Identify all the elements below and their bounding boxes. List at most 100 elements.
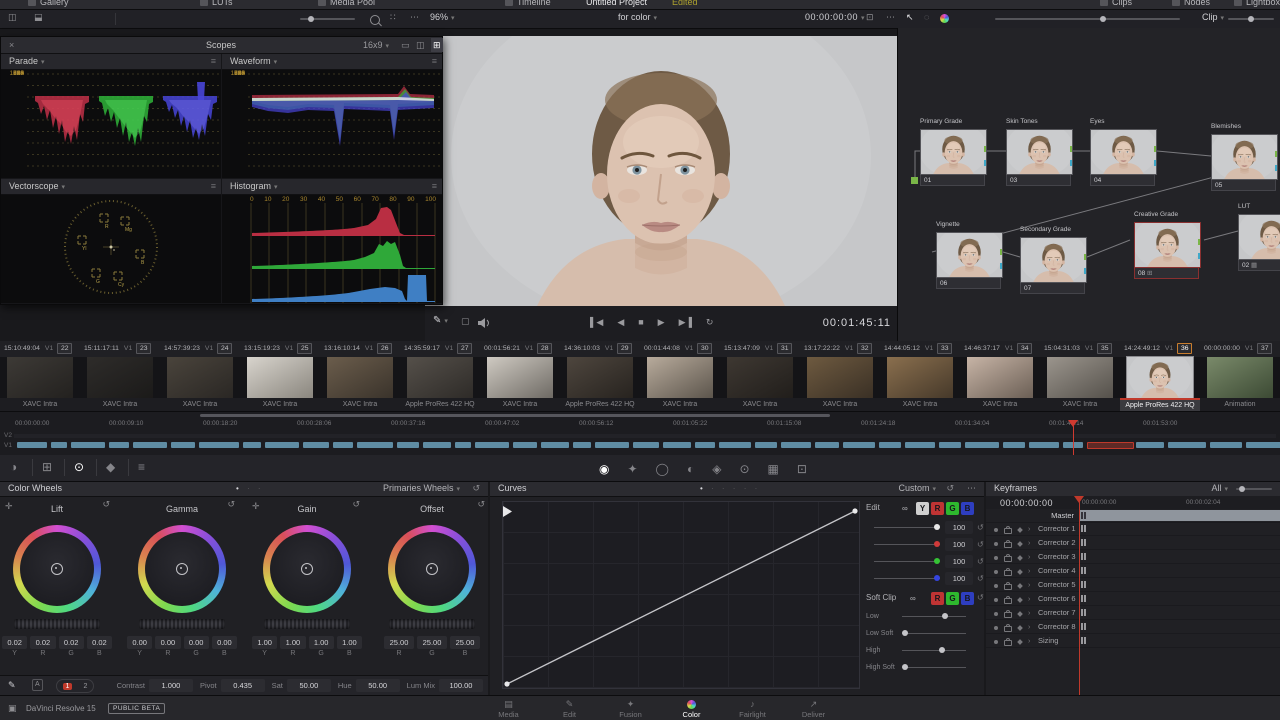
timeline-clip-segment[interactable] (663, 442, 691, 448)
lock-icon[interactable] (1004, 612, 1012, 618)
y-mix-slider[interactable] (874, 527, 940, 528)
keyframe-row-master[interactable]: Master (986, 509, 1280, 523)
timeline-clip-segment[interactable] (595, 442, 629, 448)
audio-mute-icon[interactable] (477, 317, 491, 329)
timeline-clip-segment[interactable] (455, 442, 471, 448)
node-key-input-port[interactable] (1134, 254, 1139, 262)
channel-g-button[interactable]: G (946, 502, 959, 515)
low-slider[interactable] (902, 616, 966, 617)
clip-thumbnail-cell[interactable] (880, 357, 960, 398)
transport-button[interactable]: ▌◀ (590, 317, 603, 327)
param-value[interactable]: 0.00 (184, 636, 209, 649)
param-value[interactable]: 1.00 (280, 636, 305, 649)
reset-icon[interactable]: ↺ (102, 499, 110, 510)
grade-node[interactable]: Vignette 06 (936, 221, 1003, 289)
keyframe-marks[interactable] (1081, 581, 1086, 588)
keyframe-diamond-icon[interactable] (1017, 555, 1023, 561)
channel-r-button[interactable]: R (931, 502, 944, 515)
page-2[interactable]: 2 (84, 683, 88, 690)
timeline-clip-segment[interactable] (423, 442, 451, 448)
softclip-g-button[interactable]: G (946, 592, 959, 605)
reset-icon[interactable]: ↺ (977, 574, 984, 583)
keyframe-row[interactable]: › Corrector 3 (986, 550, 1280, 564)
parade-header[interactable]: Parade▾≡ (1, 54, 221, 70)
node-input-port[interactable] (936, 250, 941, 258)
clip-thumbnail-cell[interactable] (1040, 357, 1120, 398)
node-key-input-port[interactable] (1020, 269, 1025, 277)
palette-tab-icon[interactable]: ◈ (712, 462, 721, 476)
offset-color-wheel[interactable] (388, 525, 476, 613)
clip-thumbnail[interactable] (1047, 357, 1113, 398)
waveform-header[interactable]: Waveform▾≡ (222, 54, 442, 70)
timeline-clip-segment[interactable] (51, 442, 67, 448)
page-tab[interactable]: ▤ Media (478, 696, 539, 720)
timeline-clip-segment[interactable] (1136, 442, 1164, 448)
clip-thumbnail[interactable] (807, 357, 873, 398)
keyframe-playhead-marker[interactable] (1074, 496, 1084, 508)
node-key-output-port[interactable] (984, 160, 987, 166)
param-value[interactable]: 0.00 (127, 636, 152, 649)
param-value[interactable]: 25.00 (384, 636, 414, 649)
channel-b-button[interactable]: B (961, 502, 974, 515)
scopes-aspect-selector[interactable]: 16x9▾ (363, 37, 389, 55)
timeline-clip-segment[interactable] (939, 442, 961, 448)
panel-pagination[interactable]: • · · (236, 481, 264, 496)
link-icon[interactable]: ∞ (910, 594, 916, 603)
palette-tab-icon[interactable]: ▦ (768, 462, 779, 476)
transport-button[interactable]: ▶ (658, 317, 665, 327)
node-input-port[interactable] (1238, 232, 1243, 240)
tab-luts[interactable]: LUTs (200, 0, 233, 7)
node-input-port[interactable] (1006, 147, 1011, 155)
node-key-input-port[interactable] (1090, 161, 1095, 169)
node-output-port[interactable] (1154, 146, 1157, 152)
page-tab[interactable]: ✦ Fusion (600, 696, 661, 720)
chevron-right-icon[interactable]: › (1028, 638, 1030, 645)
clip-thumbnail[interactable] (487, 357, 553, 398)
clip-header[interactable]: 14:24:49:12V136 (1120, 341, 1200, 357)
timeline-clip-segment[interactable] (1003, 442, 1025, 448)
g-mix-value[interactable]: 100 (945, 555, 973, 568)
keyframe-marks[interactable] (1081, 525, 1086, 532)
timeline-clip-segment[interactable] (133, 442, 167, 448)
grade-node[interactable]: Skin Tones 03 (1006, 118, 1073, 186)
auto-balance-icon[interactable]: A (32, 679, 43, 691)
clip-thumbnail[interactable] (887, 357, 953, 398)
timeline-clip-segment[interactable] (1168, 442, 1206, 448)
reset-icon[interactable]: ↺ (477, 499, 485, 510)
master-track-bar[interactable] (1079, 510, 1280, 521)
keyframe-marks[interactable] (1081, 623, 1086, 630)
node-zoom-slider[interactable] (995, 18, 1180, 20)
keyframe-row[interactable]: › Corrector 4 (986, 564, 1280, 578)
transport-button[interactable]: ◀ (617, 317, 624, 327)
timeline-clip-segment[interactable] (719, 442, 751, 448)
enable-dot-icon[interactable] (994, 528, 998, 532)
wheel-page-selector[interactable]: 1 2 (56, 679, 94, 693)
adjust-value[interactable]: 100.00 (439, 679, 483, 692)
clip-header[interactable]: 13:15:19:23V125 (240, 341, 320, 357)
node-key-input-port[interactable] (1006, 161, 1011, 169)
reset-icon[interactable]: ↺ (977, 557, 984, 566)
sliders-tool-icon[interactable]: ≡ (138, 460, 145, 474)
clip-thumbnail-cell[interactable] (80, 357, 160, 398)
chevron-right-icon[interactable]: › (1028, 582, 1030, 589)
gallery-zoom-slider[interactable] (300, 18, 355, 20)
keyframe-marks[interactable] (1081, 567, 1086, 574)
clip-header[interactable]: 00:01:56:21V128 (480, 341, 560, 357)
clip-thumbnail-cell[interactable] (1120, 357, 1200, 398)
more-options-icon[interactable]: ⋯ (410, 12, 419, 23)
grade-node[interactable]: Eyes 04 (1090, 118, 1157, 186)
palette-tab-icon[interactable]: ◐ (687, 462, 694, 476)
timeline-clip-segment[interactable] (475, 442, 509, 448)
clip-thumbnail-cell[interactable] (1200, 357, 1280, 398)
node-output-port[interactable] (1084, 254, 1087, 260)
b-mix-slider[interactable] (874, 578, 940, 579)
channel-y-button[interactable]: Y (916, 502, 929, 515)
wheel-mode-selector[interactable]: Primaries Wheels▾ (383, 481, 460, 497)
grid-view-icon[interactable]: ∷ (390, 12, 396, 23)
reset-icon[interactable]: ↺ (977, 593, 984, 602)
offset-master-wheel[interactable] (389, 619, 475, 629)
timeline-clip-segment[interactable] (397, 442, 419, 448)
track-label-v2[interactable]: V2 (4, 432, 12, 439)
more-options-icon[interactable]: ⋯ (886, 12, 895, 23)
node-key-output-port[interactable] (1198, 253, 1201, 259)
